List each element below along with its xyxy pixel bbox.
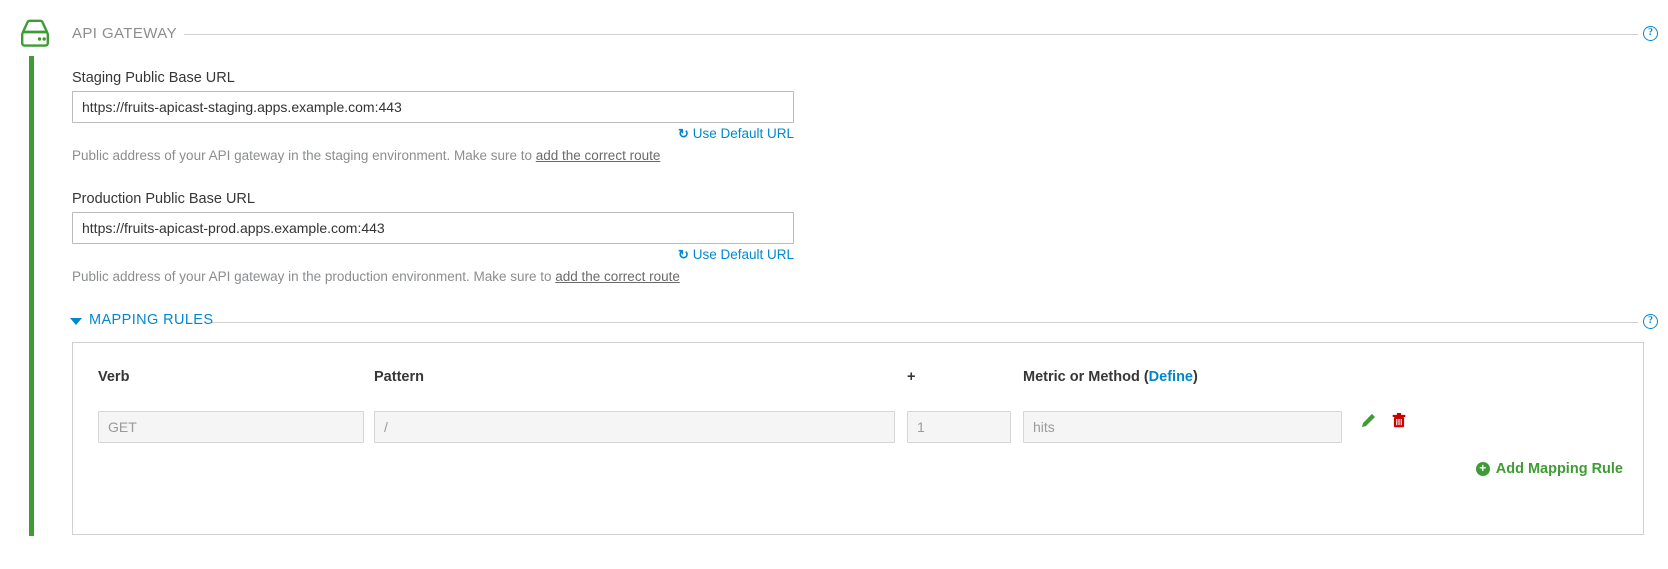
page-title: API GATEWAY bbox=[72, 25, 177, 42]
column-header-pattern: Pattern bbox=[374, 369, 424, 385]
mapping-rules-title: MAPPING RULES bbox=[89, 312, 214, 328]
column-header-verb: Verb bbox=[98, 369, 130, 385]
staging-help-prefix: Public address of your API gateway in th… bbox=[72, 148, 536, 163]
production-url-label: Production Public Base URL bbox=[72, 191, 255, 207]
staging-help-text: Public address of your API gateway in th… bbox=[72, 148, 660, 163]
column-header-metric: Metric or Method (Define) bbox=[1023, 369, 1342, 385]
reset-icon-production: ↺ bbox=[677, 247, 689, 262]
mapping-rule-pattern-input[interactable] bbox=[374, 411, 895, 443]
metric-header-suffix: ) bbox=[1193, 369, 1198, 385]
mapping-rules-toggle[interactable]: MAPPING RULES bbox=[70, 312, 213, 328]
production-use-default-label: Use Default URL bbox=[692, 247, 794, 262]
help-icon-api-gateway[interactable]: ? bbox=[1643, 26, 1658, 41]
staging-url-input[interactable] bbox=[72, 91, 794, 123]
reset-icon-staging: ↺ bbox=[677, 126, 689, 141]
staging-add-route-link[interactable]: add the correct route bbox=[536, 148, 661, 163]
section-divider bbox=[184, 34, 1638, 35]
add-mapping-rule-label: Add Mapping Rule bbox=[1495, 461, 1623, 477]
server-icon bbox=[18, 19, 52, 49]
staging-use-default-label: Use Default URL bbox=[692, 126, 794, 141]
staging-url-label: Staging Public Base URL bbox=[72, 70, 235, 86]
production-help-prefix: Public address of your API gateway in th… bbox=[72, 269, 556, 284]
production-use-default-link[interactable]: ↺ Use Default URL bbox=[72, 247, 794, 263]
trash-icon[interactable] bbox=[1392, 413, 1406, 428]
table-row-actions bbox=[1361, 413, 1406, 428]
add-mapping-rule-button[interactable]: + Add Mapping Rule bbox=[1475, 461, 1623, 477]
staging-use-default-link[interactable]: ↺ Use Default URL bbox=[72, 126, 794, 142]
mapping-rules-panel: Verb Pattern + Metric or Method (Define) bbox=[72, 342, 1644, 535]
mapping-rule-increment-input[interactable] bbox=[907, 411, 1011, 443]
plus-circle-icon: + bbox=[1475, 462, 1490, 476]
production-url-input[interactable] bbox=[72, 212, 794, 244]
pencil-icon[interactable] bbox=[1361, 413, 1376, 428]
metric-header-prefix: Metric or Method ( bbox=[1023, 369, 1149, 385]
column-header-increment: + bbox=[907, 369, 916, 385]
mapping-rule-metric-input[interactable] bbox=[1023, 411, 1342, 443]
mapping-rule-verb-input[interactable] bbox=[98, 411, 364, 443]
help-icon-mapping-rules[interactable]: ? bbox=[1643, 314, 1658, 329]
api-gateway-page: API GATEWAY ? Staging Public Base URL ↺U… bbox=[0, 0, 1668, 569]
chevron-down-icon bbox=[70, 317, 82, 325]
define-metric-link[interactable]: Define bbox=[1149, 369, 1193, 385]
production-help-text: Public address of your API gateway in th… bbox=[72, 269, 680, 284]
section-accent-bar bbox=[29, 56, 34, 536]
mapping-rules-divider bbox=[212, 322, 1638, 323]
production-add-route-link[interactable]: add the correct route bbox=[555, 269, 680, 284]
